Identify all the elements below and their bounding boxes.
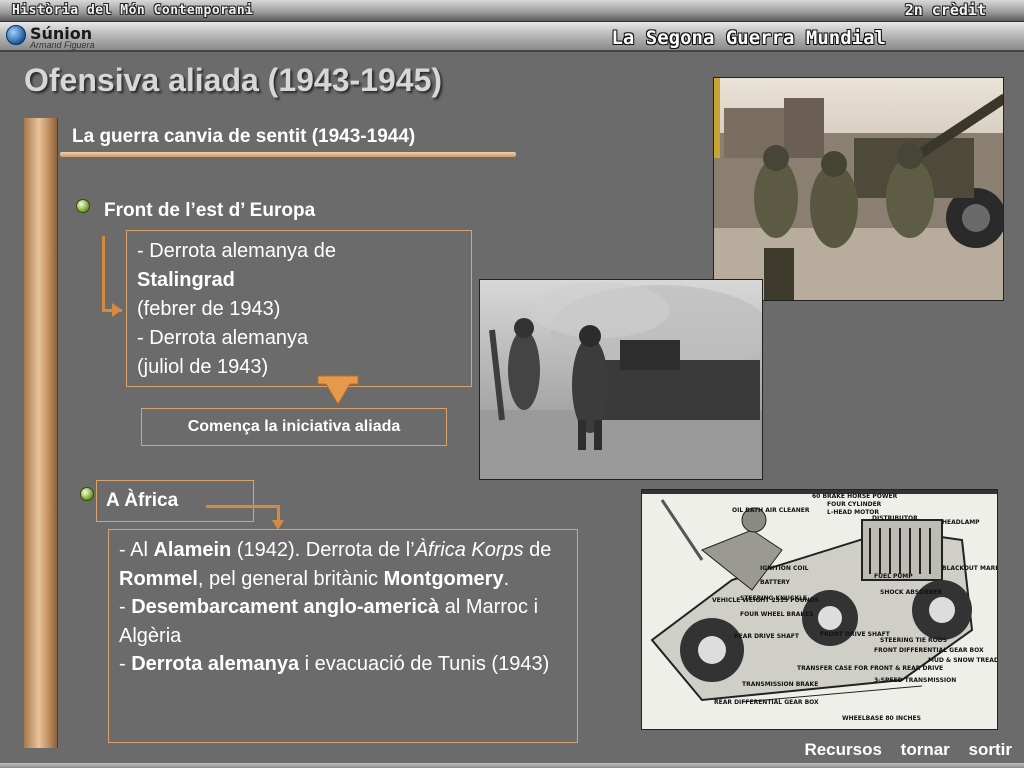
globe-icon	[6, 25, 26, 45]
east-line-4: - Derrota alemanya	[137, 327, 309, 349]
jeep-diagram: 60 BRAKE HORSE POWER FOUR CYLINDER L-HEAD …	[641, 489, 998, 730]
jeep-diagram-label: REAR DRIVE SHAFT	[734, 633, 800, 640]
east-line-2: Stalingrad	[137, 269, 235, 291]
connector-line	[102, 236, 105, 312]
jeep-diagram-label: MUD & SNOW TREAD TIRES	[928, 657, 998, 664]
jeep-diagram-label: FOUR WHEEL BRAKES	[740, 611, 813, 618]
jeep-diagram-label: 3-SPEED TRANSMISSION	[874, 677, 956, 684]
section-title: La guerra canvia de sentit (1943-1944)	[72, 126, 416, 147]
battlefield-photo	[479, 279, 763, 480]
jeep-diagram-label: IGNITION COIL	[760, 565, 809, 572]
unit-title: La Segona Guerra Mundial	[611, 27, 886, 49]
jeep-diagram-label: 60 BRAKE HORSE POWER	[812, 493, 898, 500]
back-link[interactable]: tornar	[901, 740, 950, 759]
africa-box: - Al Alamein (1942). Derrota de l’Àfrica…	[108, 529, 578, 743]
east-line-3: (febrer de 1943)	[137, 298, 281, 320]
arrow-down-icon	[317, 375, 359, 405]
author-name: Armand Figuera	[30, 40, 95, 50]
jeep-diagram-label: BLACKOUT MARKER LAMP	[942, 565, 998, 572]
east-front-label: Front de l’est d’ Europa	[104, 200, 316, 221]
jeep-diagram-label: STEERING TIE RODS	[880, 637, 947, 644]
bullet-icon	[76, 199, 90, 213]
jeep-diagram-label: FUEL PUMP	[874, 573, 913, 580]
jeep-diagram-label: FOUR CYLINDER	[827, 501, 882, 508]
arrow-right-icon	[112, 303, 122, 317]
jeep-diagram-label: DISTRIBUTOR	[872, 515, 918, 522]
resources-link[interactable]: Recursos	[804, 740, 881, 759]
africa-paragraph-2: - Desembarcament anglo-americà al Marroc…	[119, 596, 539, 647]
africa-paragraph-3: - Derrota alemanya i evacuació de Tunis …	[119, 653, 550, 675]
africa-label: A Àfrica	[106, 490, 179, 511]
east-line-1: - Derrota alemanya de	[137, 240, 336, 262]
east-line-5: (juliol de 1943)	[137, 356, 269, 378]
sunion-logo: Súnion Armand Figuera	[6, 24, 126, 50]
initiative-box: Comença la iniciativa aliada	[141, 408, 447, 446]
jeep-diagram-label: SHOCK ABSORBER	[880, 589, 943, 596]
jeep-diagram-label: VEHICLE WEIGHT 2315 POUNDS	[712, 597, 819, 604]
jeep-diagram-label: TRANSFER CASE FOR FRONT & REAR DRIVE	[797, 665, 943, 672]
jeep-diagram-label: HEADLAMP	[942, 519, 980, 526]
east-front-box: - Derrota alemanya de Stalingrad (febrer…	[126, 230, 472, 387]
course-title: Història del Món Contemporani	[12, 3, 254, 18]
decorative-wood-bar	[24, 118, 58, 748]
footer-divider	[0, 763, 1024, 768]
artillery-photo	[713, 77, 1004, 301]
exit-link[interactable]: sortir	[969, 740, 1012, 759]
jeep-diagram-label: REAR DIFFERENTIAL GEAR BOX	[714, 699, 819, 706]
jeep-diagram-label: OIL BATH AIR CLEANER	[732, 507, 810, 514]
credit-label: 2n crèdit	[904, 1, 986, 19]
section-underline	[60, 152, 516, 157]
jeep-diagram-label: TRANSMISSION BRAKE	[742, 681, 818, 688]
bullet-icon	[80, 487, 94, 501]
connector-line	[206, 505, 280, 508]
page-title: Ofensiva aliada (1943-1945)	[24, 62, 443, 98]
jeep-diagram-label: WHEELBASE 80 INCHES	[842, 715, 921, 722]
africa-paragraph-1: - Al Alamein (1942). Derrota de l’Àfrica…	[119, 539, 552, 590]
jeep-diagram-label: BATTERY	[760, 579, 790, 586]
footer-nav: Recursos tornar sortir	[790, 740, 1012, 760]
jeep-diagram-label: FRONT DIFFERENTIAL GEAR BOX	[874, 647, 984, 654]
course-bar: Història del Món Contemporani 2n crèdit	[0, 0, 1024, 22]
